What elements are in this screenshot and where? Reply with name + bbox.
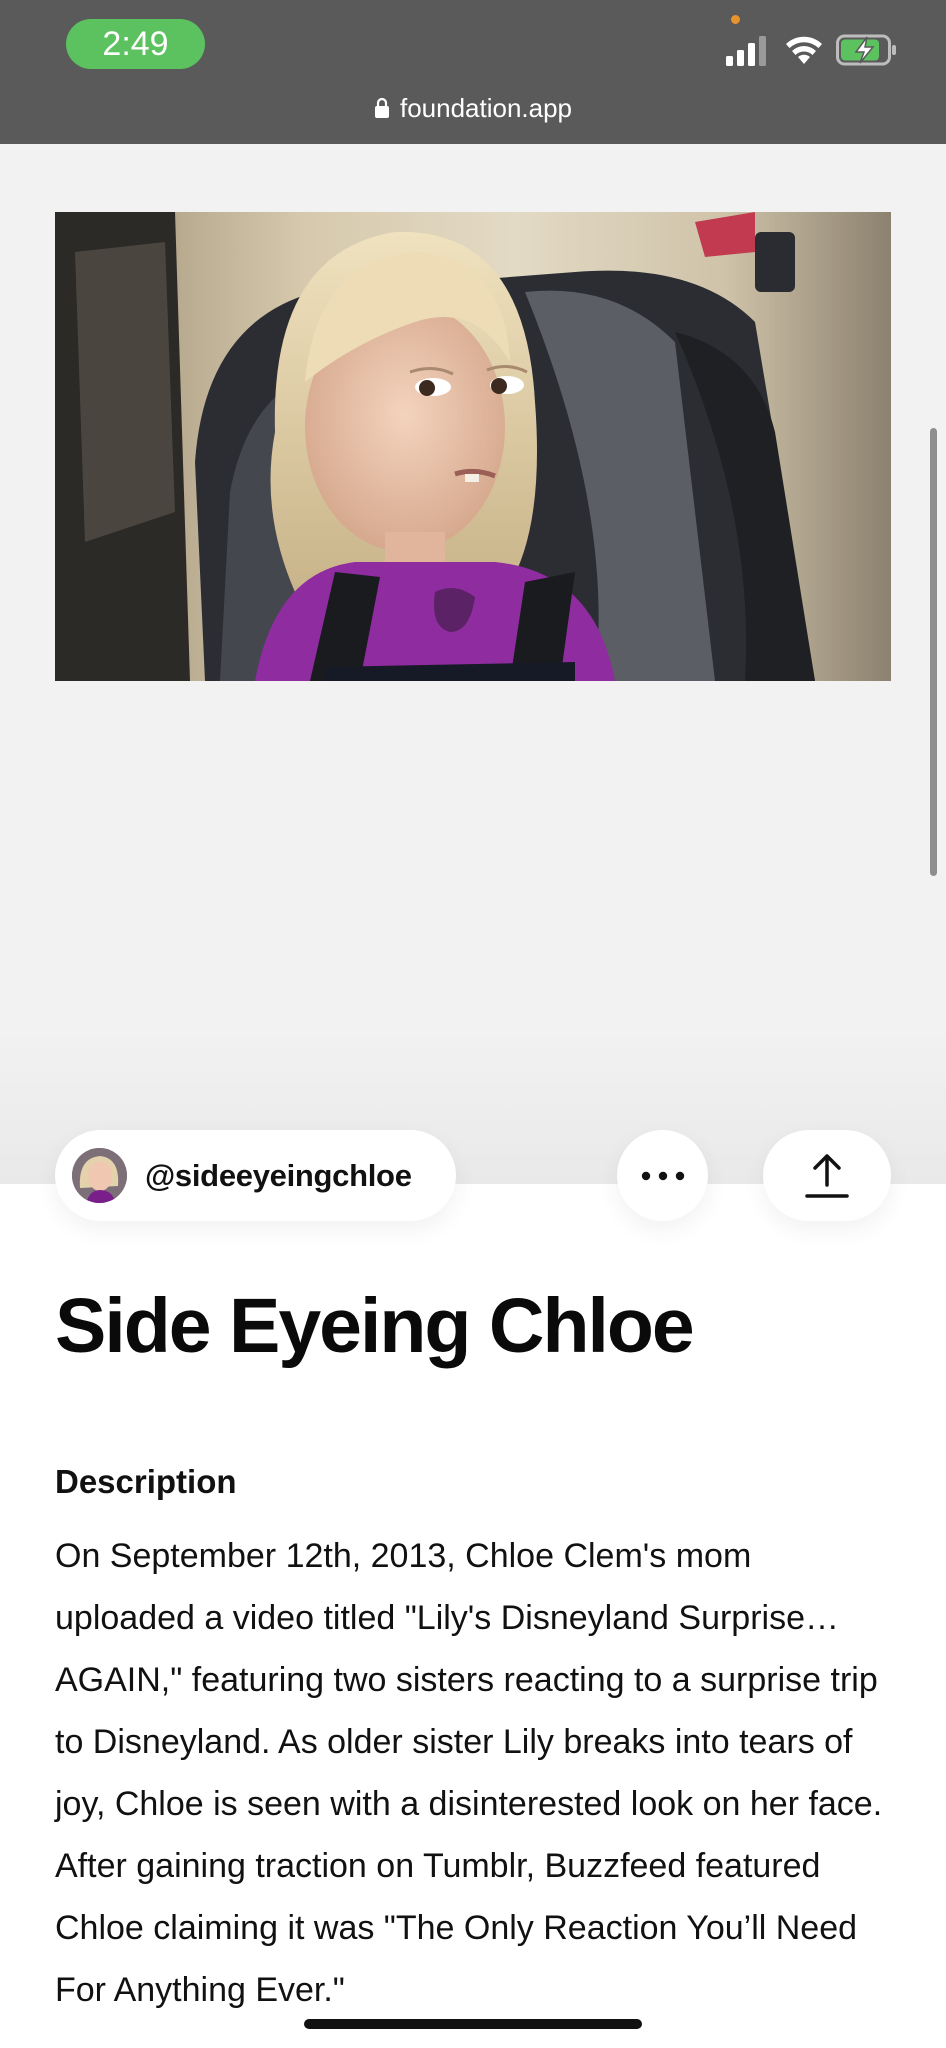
creator-handle: @sideeyeingchloe	[145, 1157, 412, 1193]
avatar-image	[72, 1148, 127, 1203]
creator-profile-button[interactable]: @sideeyeingchloe	[55, 1130, 456, 1221]
description-text: On September 12th, 2013, Chloe Clem's mo…	[55, 1537, 883, 2009]
share-icon	[805, 1153, 849, 1198]
share-button[interactable]	[763, 1130, 891, 1221]
nft-title: Side Eyeing Chloe	[55, 1283, 695, 1369]
status-bar: 2:49 foundation.app	[0, 0, 946, 144]
page-scrollbar[interactable]	[930, 428, 937, 876]
status-time: 2:49	[66, 19, 205, 69]
artwork-area	[0, 144, 946, 1184]
battery-charging-icon	[836, 34, 896, 66]
url-text: foundation.app	[399, 92, 573, 123]
more-icon	[641, 1171, 684, 1180]
url-bar[interactable]: foundation.app	[0, 88, 946, 128]
lock-icon	[374, 97, 389, 118]
description-heading: Description	[55, 1463, 237, 1500]
privacy-indicator-dot	[731, 15, 740, 24]
artwork-image[interactable]	[55, 212, 891, 681]
home-indicator[interactable]	[304, 2019, 642, 2029]
creator-avatar	[72, 1148, 127, 1203]
more-options-button[interactable]	[617, 1130, 708, 1221]
wifi-icon	[786, 36, 822, 64]
signal-icon	[726, 36, 766, 66]
page: 2:49 foundation.app @sideeyeingchloe Sid…	[0, 0, 946, 2048]
